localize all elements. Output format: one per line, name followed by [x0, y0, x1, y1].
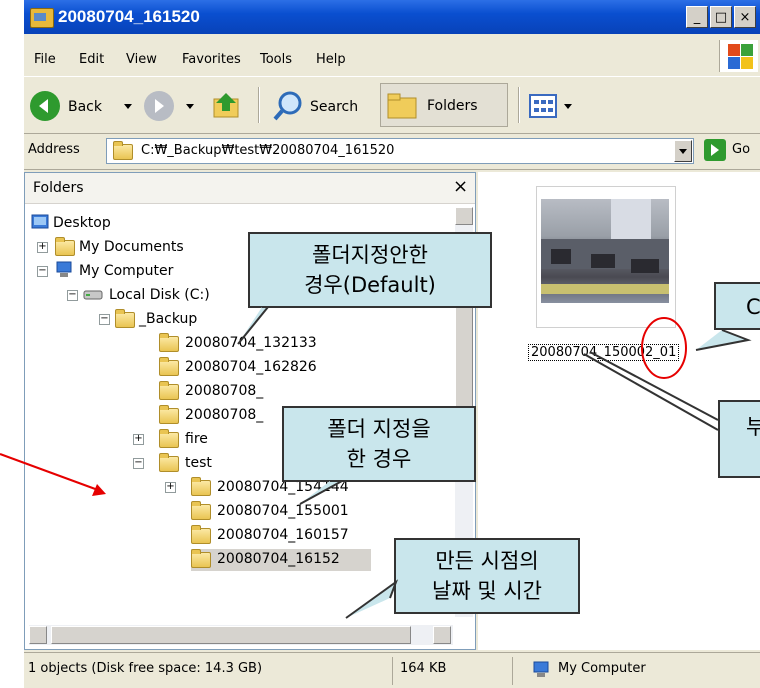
toolbar: Back Search Folders [24, 76, 760, 134]
scrollbar-thumb[interactable] [51, 626, 411, 644]
status-bar: 1 objects (Disk free space: 14.3 GB) 164… [24, 652, 760, 688]
folder-icon [159, 453, 179, 472]
menu-edit[interactable]: Edit [79, 52, 104, 67]
toolbar-separator [258, 87, 260, 123]
collapse-icon[interactable]: − [37, 266, 48, 277]
status-location: My Computer [558, 661, 646, 676]
file-name-label[interactable]: 20080704_150002_01 [528, 344, 680, 361]
status-size: 164 KB [400, 661, 447, 676]
collapse-icon[interactable]: − [99, 314, 110, 325]
callout-right-mid: 부 [718, 400, 760, 478]
chevron-down-icon [186, 104, 194, 109]
collapse-icon[interactable]: − [133, 458, 144, 469]
folder-icon [191, 477, 211, 496]
search-button[interactable]: Search [266, 85, 376, 125]
computer-icon [533, 661, 549, 677]
views-button[interactable] [526, 85, 582, 125]
open-folder-icon [191, 549, 211, 568]
callout-default-folder: 폴더지정안한 경우(Default) [248, 232, 492, 308]
horizontal-scrollbar[interactable] [29, 625, 453, 645]
close-icon[interactable]: × [453, 176, 468, 197]
forward-button[interactable] [142, 85, 204, 125]
callout-right-top: C [714, 282, 760, 330]
menu-tools[interactable]: Tools [260, 52, 292, 67]
folder-icon [191, 525, 211, 544]
window-title: 20080704_161520 [58, 7, 200, 26]
collapse-icon[interactable]: − [67, 290, 78, 301]
callout-designated-folder: 폴더 지정을 한 경우 [282, 406, 476, 482]
callout-created-time: 만든 시점의 날짜 및 시간 [394, 538, 580, 614]
folders-button[interactable]: Folders [380, 83, 508, 127]
folder-icon [159, 405, 179, 424]
close-button[interactable]: × [734, 6, 756, 28]
minimize-button[interactable]: _ [686, 6, 708, 28]
expand-icon[interactable]: + [133, 434, 144, 445]
menu-help[interactable]: Help [316, 52, 346, 67]
folders-label: Folders [427, 98, 478, 114]
forward-arrow-icon [144, 91, 174, 121]
scroll-left-icon[interactable] [29, 626, 47, 644]
status-objects: 1 objects (Disk free space: 14.3 GB) [28, 661, 263, 676]
maximize-button[interactable]: □ [710, 6, 732, 28]
folder-icon [113, 141, 133, 160]
scroll-up-icon[interactable] [455, 207, 473, 225]
go-arrow-icon[interactable] [704, 139, 726, 161]
tree-item-selected-folder[interactable]: 20080704_16152 [191, 549, 371, 571]
hard-disk-icon [83, 290, 103, 300]
up-folder-icon [213, 93, 239, 118]
scrollbar-thumb[interactable] [455, 307, 473, 407]
folders-icon [387, 93, 417, 119]
computer-icon [56, 261, 72, 277]
search-icon [273, 91, 302, 121]
status-divider [392, 657, 393, 685]
windows-logo-icon [719, 40, 758, 72]
go-button[interactable]: Go [732, 142, 750, 157]
scroll-right-icon[interactable] [433, 626, 451, 644]
toolbar-separator [518, 87, 520, 123]
folder-icon [159, 333, 179, 352]
search-label: Search [310, 99, 359, 115]
image-thumbnail[interactable] [536, 186, 676, 328]
menu-file[interactable]: File [34, 52, 56, 67]
views-icon [529, 94, 557, 118]
menu-view[interactable]: View [126, 52, 157, 67]
back-button[interactable]: Back [28, 85, 138, 125]
folders-pane-title: Folders [33, 180, 84, 196]
folders-pane-header: Folders × [25, 173, 475, 204]
folder-icon [191, 501, 211, 520]
expand-icon[interactable]: + [37, 242, 48, 253]
address-input[interactable]: C:₩_Backup₩test₩20080704_161520 [106, 138, 694, 164]
back-arrow-icon [30, 91, 60, 121]
folder-window-icon [30, 8, 54, 28]
thumbnail-image [541, 199, 669, 303]
desktop-icon [31, 214, 49, 229]
explorer-window: 20080704_161520 _ □ × File Edit View Fav… [24, 0, 760, 688]
up-folder-button[interactable] [208, 85, 248, 125]
folder-icon [159, 381, 179, 400]
folder-icon [115, 309, 135, 328]
address-label: Address [28, 142, 80, 157]
folder-icon [159, 429, 179, 448]
chevron-down-icon [564, 104, 572, 109]
back-label: Back [68, 99, 102, 115]
documents-folder-icon [55, 237, 75, 256]
address-value: C:₩_Backup₩test₩20080704_161520 [141, 143, 395, 158]
chevron-down-icon [124, 104, 132, 109]
status-divider [512, 657, 513, 685]
title-bar[interactable]: 20080704_161520 _ □ × [24, 0, 760, 34]
address-dropdown-button[interactable] [674, 140, 692, 162]
menu-bar: File Edit View Favorites Tools Help [24, 44, 760, 74]
office-photo-icon [541, 199, 669, 294]
menu-favorites[interactable]: Favorites [182, 52, 241, 67]
expand-icon[interactable]: + [165, 482, 176, 493]
folder-icon [159, 357, 179, 376]
address-bar: Address C:₩_Backup₩test₩20080704_161520 [24, 133, 760, 170]
